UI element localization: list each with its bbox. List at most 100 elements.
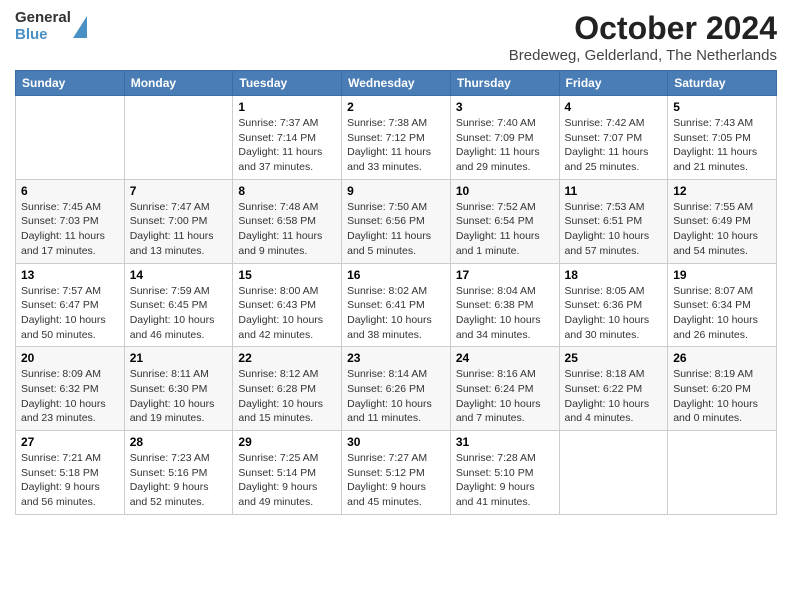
- day-info: Sunrise: 8:09 AM Sunset: 6:32 PM Dayligh…: [21, 367, 119, 426]
- column-header-sunday: Sunday: [16, 71, 125, 96]
- logo-line1: General: [15, 10, 71, 27]
- day-number: 2: [347, 100, 445, 114]
- day-number: 23: [347, 351, 445, 365]
- day-info: Sunrise: 7:27 AM Sunset: 5:12 PM Dayligh…: [347, 451, 445, 510]
- calendar-cell: 2 Sunrise: 7:38 AM Sunset: 7:12 PM Daylig…: [342, 96, 451, 180]
- calendar-cell: 24 Sunrise: 8:16 AM Sunset: 6:24 PM Dayli…: [450, 347, 559, 431]
- week-row-5: 27Sunrise: 7:21 AM Sunset: 5:18 PM Dayli…: [16, 431, 777, 515]
- day-info: Sunrise: 7:47 AM Sunset: 7:00 PM Dayligh…: [130, 200, 228, 259]
- day-info: Sunrise: 7:21 AM Sunset: 5:18 PM Dayligh…: [21, 451, 119, 510]
- day-number: 13: [21, 268, 119, 282]
- day-info: Sunrise: 7:23 AM Sunset: 5:16 PM Dayligh…: [130, 451, 228, 510]
- day-info: Sunrise: 8:14 AM Sunset: 6:26 PM Dayligh…: [347, 367, 445, 426]
- page-header: General Blue October 2024 Bredeweg, Geld…: [15, 10, 777, 64]
- calendar-cell: [124, 96, 233, 180]
- logo: General Blue: [15, 10, 87, 43]
- calendar-cell: 31 Sunrise: 7:28 AM Sunset: 5:10 PM Dayli…: [450, 431, 559, 515]
- day-number: 21: [130, 351, 228, 365]
- day-number: 6: [21, 184, 119, 198]
- day-number: 8: [238, 184, 336, 198]
- day-info: Sunrise: 7:42 AM Sunset: 7:07 PM Dayligh…: [565, 116, 663, 175]
- day-info: Sunrise: 8:07 AM Sunset: 6:34 PM Dayligh…: [673, 284, 771, 343]
- day-info: Sunrise: 8:00 AM Sunset: 6:43 PM Dayligh…: [238, 284, 336, 343]
- day-number: 26: [673, 351, 771, 365]
- day-info: Sunrise: 7:43 AM Sunset: 7:05 PM Dayligh…: [673, 116, 771, 175]
- column-header-tuesday: Tuesday: [233, 71, 342, 96]
- day-info: Sunrise: 8:16 AM Sunset: 6:24 PM Dayligh…: [456, 367, 554, 426]
- day-number: 5: [673, 100, 771, 114]
- calendar-cell: 29 Sunrise: 7:25 AM Sunset: 5:14 PM Dayli…: [233, 431, 342, 515]
- calendar-cell: 12 Sunrise: 7:55 AM Sunset: 6:49 PM Dayli…: [668, 179, 777, 263]
- calendar-cell: [16, 96, 125, 180]
- calendar-cell: [559, 431, 668, 515]
- logo-text: General Blue: [15, 10, 87, 43]
- day-info: Sunrise: 7:40 AM Sunset: 7:09 PM Dayligh…: [456, 116, 554, 175]
- column-header-monday: Monday: [124, 71, 233, 96]
- day-info: Sunrise: 8:05 AM Sunset: 6:36 PM Dayligh…: [565, 284, 663, 343]
- day-info: Sunrise: 7:50 AM Sunset: 6:56 PM Dayligh…: [347, 200, 445, 259]
- calendar-cell: 30Sunrise: 7:27 AM Sunset: 5:12 PM Dayli…: [342, 431, 451, 515]
- day-number: 31: [456, 435, 554, 449]
- calendar-cell: 5 Sunrise: 7:43 AM Sunset: 7:05 PM Daylig…: [668, 96, 777, 180]
- day-number: 9: [347, 184, 445, 198]
- day-info: Sunrise: 8:18 AM Sunset: 6:22 PM Dayligh…: [565, 367, 663, 426]
- day-number: 11: [565, 184, 663, 198]
- day-info: Sunrise: 8:04 AM Sunset: 6:38 PM Dayligh…: [456, 284, 554, 343]
- week-row-4: 20 Sunrise: 8:09 AM Sunset: 6:32 PM Dayli…: [16, 347, 777, 431]
- day-number: 28: [130, 435, 228, 449]
- calendar-cell: 14Sunrise: 7:59 AM Sunset: 6:45 PM Dayli…: [124, 263, 233, 347]
- calendar-cell: 20 Sunrise: 8:09 AM Sunset: 6:32 PM Dayli…: [16, 347, 125, 431]
- logo-line2: Blue: [15, 27, 71, 44]
- day-info: Sunrise: 7:28 AM Sunset: 5:10 PM Dayligh…: [456, 451, 554, 510]
- column-header-friday: Friday: [559, 71, 668, 96]
- day-number: 4: [565, 100, 663, 114]
- day-number: 17: [456, 268, 554, 282]
- calendar-cell: 19Sunrise: 8:07 AM Sunset: 6:34 PM Dayli…: [668, 263, 777, 347]
- column-header-saturday: Saturday: [668, 71, 777, 96]
- day-info: Sunrise: 7:25 AM Sunset: 5:14 PM Dayligh…: [238, 451, 336, 510]
- calendar-cell: 7Sunrise: 7:47 AM Sunset: 7:00 PM Daylig…: [124, 179, 233, 263]
- day-info: Sunrise: 7:48 AM Sunset: 6:58 PM Dayligh…: [238, 200, 336, 259]
- calendar-cell: 18Sunrise: 8:05 AM Sunset: 6:36 PM Dayli…: [559, 263, 668, 347]
- calendar-cell: 17 Sunrise: 8:04 AM Sunset: 6:38 PM Dayli…: [450, 263, 559, 347]
- day-number: 29: [238, 435, 336, 449]
- calendar-cell: 25 Sunrise: 8:18 AM Sunset: 6:22 PM Dayli…: [559, 347, 668, 431]
- day-number: 25: [565, 351, 663, 365]
- day-info: Sunrise: 7:38 AM Sunset: 7:12 PM Dayligh…: [347, 116, 445, 175]
- title-block: October 2024 Bredeweg, Gelderland, The N…: [509, 10, 777, 64]
- calendar-cell: 21 Sunrise: 8:11 AM Sunset: 6:30 PM Dayli…: [124, 347, 233, 431]
- calendar-cell: 4 Sunrise: 7:42 AM Sunset: 7:07 PM Daylig…: [559, 96, 668, 180]
- calendar-cell: 3Sunrise: 7:40 AM Sunset: 7:09 PM Daylig…: [450, 96, 559, 180]
- calendar-cell: 22 Sunrise: 8:12 AM Sunset: 6:28 PM Dayli…: [233, 347, 342, 431]
- week-row-3: 13Sunrise: 7:57 AM Sunset: 6:47 PM Dayli…: [16, 263, 777, 347]
- day-info: Sunrise: 8:12 AM Sunset: 6:28 PM Dayligh…: [238, 367, 336, 426]
- week-row-2: 6 Sunrise: 7:45 AM Sunset: 7:03 PM Daylig…: [16, 179, 777, 263]
- day-number: 12: [673, 184, 771, 198]
- day-number: 15: [238, 268, 336, 282]
- day-number: 22: [238, 351, 336, 365]
- day-info: Sunrise: 8:19 AM Sunset: 6:20 PM Dayligh…: [673, 367, 771, 426]
- day-info: Sunrise: 8:02 AM Sunset: 6:41 PM Dayligh…: [347, 284, 445, 343]
- day-info: Sunrise: 8:11 AM Sunset: 6:30 PM Dayligh…: [130, 367, 228, 426]
- calendar-title: October 2024: [509, 10, 777, 47]
- day-number: 24: [456, 351, 554, 365]
- day-number: 10: [456, 184, 554, 198]
- calendar-cell: 28 Sunrise: 7:23 AM Sunset: 5:16 PM Dayli…: [124, 431, 233, 515]
- day-number: 20: [21, 351, 119, 365]
- calendar-subtitle: Bredeweg, Gelderland, The Netherlands: [509, 47, 777, 64]
- day-info: Sunrise: 7:55 AM Sunset: 6:49 PM Dayligh…: [673, 200, 771, 259]
- day-number: 14: [130, 268, 228, 282]
- calendar-cell: 13Sunrise: 7:57 AM Sunset: 6:47 PM Dayli…: [16, 263, 125, 347]
- calendar-cell: 11Sunrise: 7:53 AM Sunset: 6:51 PM Dayli…: [559, 179, 668, 263]
- calendar-cell: 1 Sunrise: 7:37 AM Sunset: 7:14 PM Daylig…: [233, 96, 342, 180]
- day-info: Sunrise: 7:37 AM Sunset: 7:14 PM Dayligh…: [238, 116, 336, 175]
- calendar-cell: 6 Sunrise: 7:45 AM Sunset: 7:03 PM Daylig…: [16, 179, 125, 263]
- calendar-cell: [668, 431, 777, 515]
- logo-triangle-icon: [73, 16, 87, 38]
- column-header-thursday: Thursday: [450, 71, 559, 96]
- day-info: Sunrise: 7:45 AM Sunset: 7:03 PM Dayligh…: [21, 200, 119, 259]
- day-number: 1: [238, 100, 336, 114]
- calendar-cell: 23 Sunrise: 8:14 AM Sunset: 6:26 PM Dayli…: [342, 347, 451, 431]
- calendar-cell: 10Sunrise: 7:52 AM Sunset: 6:54 PM Dayli…: [450, 179, 559, 263]
- calendar-cell: 16Sunrise: 8:02 AM Sunset: 6:41 PM Dayli…: [342, 263, 451, 347]
